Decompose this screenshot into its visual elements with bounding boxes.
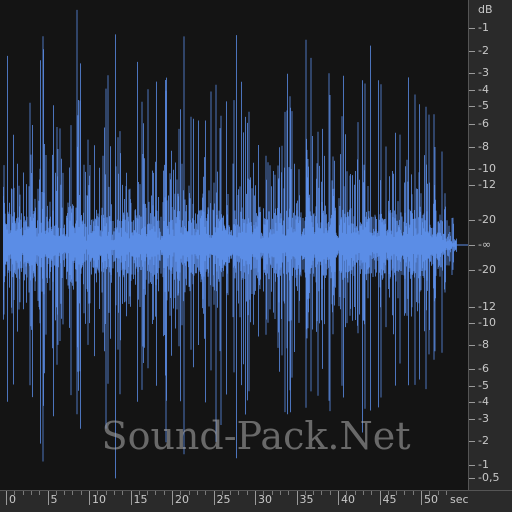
time-tick-label: 50	[424, 493, 438, 506]
db-tick-label: -2	[478, 434, 489, 447]
db-tick	[469, 245, 475, 246]
db-tick	[469, 185, 475, 186]
time-minor-tick	[64, 491, 66, 495]
waveform-view[interactable]	[3, 0, 468, 490]
db-tick-label: -12	[478, 178, 496, 191]
time-tick-label: 15	[133, 493, 148, 506]
db-tick	[469, 106, 475, 107]
db-tick-label: -1	[478, 458, 489, 471]
time-minor-tick	[39, 491, 41, 495]
time-tick-label: 25	[216, 493, 231, 506]
db-tick	[469, 478, 475, 479]
time-minor-tick	[329, 491, 331, 495]
db-tick-label: -20	[478, 213, 496, 226]
time-minor-tick	[113, 491, 115, 495]
time-minor-tick	[321, 491, 323, 495]
waveform-trace	[3, 9, 459, 479]
db-tick-label: -6	[478, 117, 489, 130]
db-tick-label: -1	[478, 21, 489, 34]
db-tick-label: -∞	[478, 238, 492, 251]
time-tick-label: 0	[9, 493, 16, 506]
time-tick	[172, 491, 173, 505]
db-tick	[469, 270, 475, 271]
db-tick	[469, 51, 475, 52]
time-tick-label: 35	[299, 493, 314, 506]
time-tick	[6, 491, 7, 505]
time-tick	[89, 491, 90, 505]
db-tick-label: -20	[478, 263, 496, 276]
time-tick	[296, 491, 298, 505]
db-tick-label: -10	[478, 316, 496, 329]
db-tick	[469, 323, 475, 324]
time-tick-label: 45	[382, 493, 397, 506]
waveform	[3, 9, 468, 479]
time-minor-tick	[279, 491, 281, 495]
db-tick-label: -8	[478, 140, 489, 153]
time-tick	[255, 491, 256, 505]
time-minor-tick	[362, 491, 364, 495]
time-minor-tick	[22, 491, 24, 495]
time-tick-label: 20	[175, 493, 189, 506]
db-tick-label: -4	[478, 83, 489, 96]
db-tick	[469, 147, 475, 148]
time-minor-tick	[371, 491, 373, 495]
time-minor-tick	[72, 491, 74, 495]
db-tick-label: -10	[478, 162, 496, 175]
db-tick-label: -6	[478, 362, 489, 375]
time-tick	[379, 491, 381, 505]
db-tick-label: -5	[478, 379, 489, 392]
db-tick	[469, 73, 475, 74]
db-tick	[469, 169, 475, 170]
time-minor-tick	[80, 491, 82, 495]
time-minor-tick	[196, 491, 198, 495]
db-tick	[469, 28, 475, 29]
db-tick-label: -5	[478, 99, 489, 112]
time-minor-tick	[205, 491, 207, 495]
time-tick	[213, 491, 215, 505]
time-tick	[47, 491, 49, 505]
db-tick-label: -0,5	[478, 471, 500, 484]
db-unit-label: dB	[478, 3, 493, 16]
db-tick	[469, 441, 475, 442]
time-minor-tick	[238, 491, 240, 495]
time-tick-label: 10	[92, 493, 106, 506]
db-tick-label: -3	[478, 66, 489, 79]
db-tick	[469, 124, 475, 125]
db-tick-label: -3	[478, 412, 489, 425]
db-ruler: dB -1 -2 -3 -4 -5 -6 -8 -10 -12 -20 -∞ -20 -12 -10 -8 -…	[468, 0, 512, 490]
time-minor-tick	[404, 491, 406, 495]
db-tick-label: -4	[478, 395, 489, 408]
time-tick-label: 5	[50, 493, 58, 506]
time-minor-tick	[246, 491, 248, 495]
time-minor-tick	[288, 491, 290, 495]
time-minor-tick	[445, 491, 447, 495]
db-tick	[469, 386, 475, 387]
time-tick	[338, 491, 339, 505]
time-tick	[421, 491, 422, 505]
db-tick	[469, 220, 475, 221]
db-tick-label: -8	[478, 338, 489, 351]
db-tick	[469, 419, 475, 420]
time-ruler: sec 0 5 10 15 20 25 30 35 40 45 50	[0, 490, 512, 512]
db-tick	[469, 465, 475, 466]
time-unit-label: sec	[450, 493, 469, 506]
db-tick	[469, 307, 475, 308]
time-tick-label: 40	[341, 493, 355, 506]
db-tick	[469, 369, 475, 370]
db-tick	[469, 345, 475, 346]
db-tick	[469, 402, 475, 403]
time-tick	[130, 491, 132, 505]
db-tick-label: -12	[478, 300, 496, 313]
time-minor-tick	[412, 491, 414, 495]
db-tick	[469, 90, 475, 91]
db-tick-label: -2	[478, 44, 489, 57]
time-minor-tick	[122, 491, 124, 495]
time-tick-label: 30	[258, 493, 272, 506]
time-minor-tick	[163, 491, 165, 495]
time-minor-tick	[30, 491, 32, 495]
time-minor-tick	[155, 491, 157, 495]
